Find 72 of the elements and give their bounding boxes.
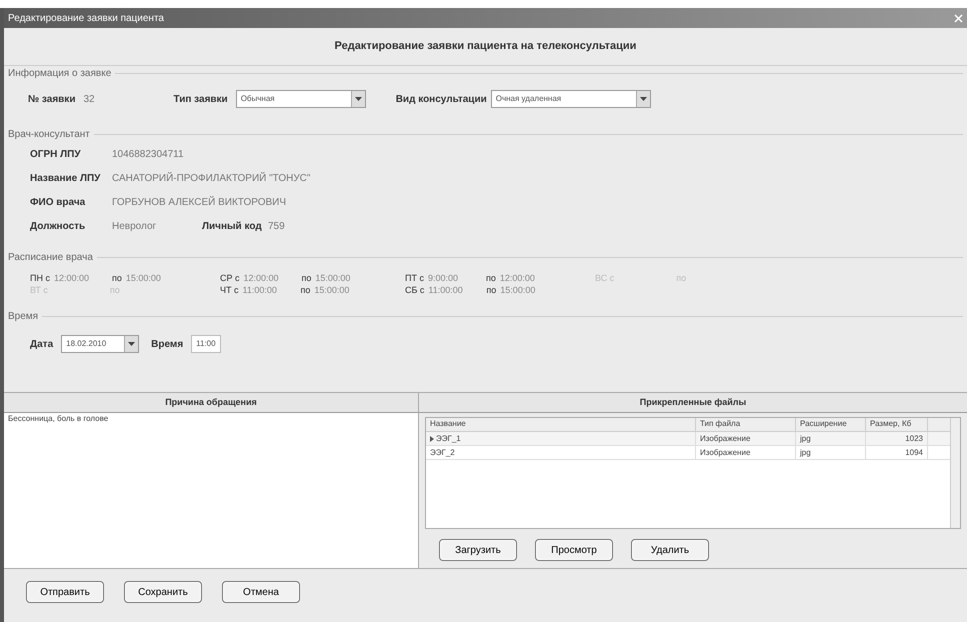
- dialog-button[interactable]: Загрузить: [439, 539, 517, 561]
- field-label: Время: [151, 338, 184, 352]
- group-legend: Время: [8, 309, 38, 324]
- field-label: Тип заявки: [173, 92, 228, 106]
- field-label: Дата: [30, 338, 54, 352]
- reason-textarea[interactable]: Бессонница, боль в голове: [4, 413, 418, 568]
- row-pointer-icon: [430, 436, 434, 442]
- table-cell: jpg: [800, 446, 811, 458]
- dialog-heading: Редактирование заявки пациента на телеконсультации: [334, 39, 636, 54]
- field-label: Личный код: [202, 220, 263, 234]
- schedule-to: по: [302, 272, 312, 286]
- field-label: ОГРН ЛПУ: [30, 148, 82, 162]
- schedule-time: 15:00:00: [315, 272, 350, 286]
- field-label: Должность: [30, 220, 86, 234]
- schedule-time: 9:00:00: [428, 273, 458, 284]
- schedule-time: 12:00:00: [54, 273, 90, 284]
- field-value: ГОРБУНОВ АЛЕКСЕЙ ВИКТОРОВИЧ: [112, 195, 286, 210]
- dialog-button[interactable]: Сохранить: [124, 581, 202, 603]
- schedule-time: 12:00:00: [244, 273, 279, 284]
- table-cell: 1023: [905, 432, 923, 444]
- field-value: САНАТОРИЙ-ПРОФИЛАКТОРИЙ "ТОНУС": [112, 171, 310, 186]
- schedule-time: 11:00:00: [242, 285, 277, 296]
- schedule-to: по: [300, 284, 310, 298]
- file-row[interactable]: ЭЭГ_1 Изображение jpg 1023: [426, 432, 950, 446]
- table-cell: Изображение: [700, 446, 750, 458]
- schedule-day: СБ с: [405, 284, 424, 298]
- schedule-to: по: [112, 272, 122, 286]
- dialog-button[interactable]: Просмотр: [535, 539, 613, 561]
- dialog-button[interactable]: Отмена: [222, 581, 300, 603]
- field-label: Вид консультации: [396, 92, 487, 106]
- group-legend: Врач-консультант: [8, 127, 90, 142]
- column-header[interactable]: Расширение: [796, 418, 866, 431]
- table-cell: ЭЭГ_2: [430, 446, 455, 458]
- group-legend: Расписание врача: [8, 250, 93, 265]
- column-header[interactable]: Название: [426, 418, 696, 431]
- scrollbar[interactable]: [950, 418, 960, 528]
- field-label: ФИО врача: [30, 196, 86, 210]
- schedule-day: ПН с: [30, 272, 50, 286]
- schedule-day: СР с: [220, 272, 240, 286]
- field-value: 1046882304711: [112, 148, 184, 162]
- table-cell: Изображение: [700, 432, 750, 444]
- dropdown[interactable]: Обычная: [236, 90, 366, 108]
- group-legend: Информация о заявке: [8, 66, 112, 81]
- schedule-time: 11:00:00: [428, 285, 463, 296]
- schedule-time: 15:00:00: [500, 284, 536, 298]
- field-value: 759: [268, 220, 285, 234]
- field-value: Невролог: [112, 220, 158, 234]
- schedule-to: по: [486, 272, 496, 286]
- schedule-day: ЧТ с: [220, 284, 238, 298]
- dropdown[interactable]: 18.02.2010: [61, 335, 140, 353]
- column-header[interactable]: Тип файла: [696, 418, 796, 431]
- schedule-time: 12:00:00: [500, 272, 535, 286]
- schedule-day: ПТ с: [405, 272, 424, 286]
- schedule-time: 15:00:00: [126, 272, 161, 286]
- close-icon[interactable]: [954, 14, 963, 22]
- dialog-button[interactable]: Отправить: [26, 581, 104, 603]
- schedule-to: по: [486, 284, 496, 298]
- schedule-time: 15:00:00: [314, 284, 350, 298]
- column-header[interactable]: Размер, Кб: [866, 418, 928, 431]
- window-title: Редактирование заявки пациента: [8, 12, 164, 26]
- field-label: № заявки: [28, 92, 76, 106]
- field-value: 32: [83, 92, 96, 106]
- panel-title: Прикрепленные файлы: [640, 396, 746, 409]
- file-row[interactable]: ЭЭГ_2 Изображение jpg 1094: [426, 446, 950, 460]
- dialog-button[interactable]: Удалить: [631, 539, 709, 561]
- panel-title: Причина обращения: [165, 396, 257, 409]
- table-cell: jpg: [800, 432, 811, 444]
- time-field[interactable]: 11:00: [191, 335, 221, 353]
- dropdown[interactable]: Очная удаленная: [490, 90, 651, 108]
- table-cell: ЭЭГ_1: [436, 432, 461, 444]
- table-cell: 1094: [905, 446, 923, 458]
- field-label: Название ЛПУ: [30, 172, 102, 186]
